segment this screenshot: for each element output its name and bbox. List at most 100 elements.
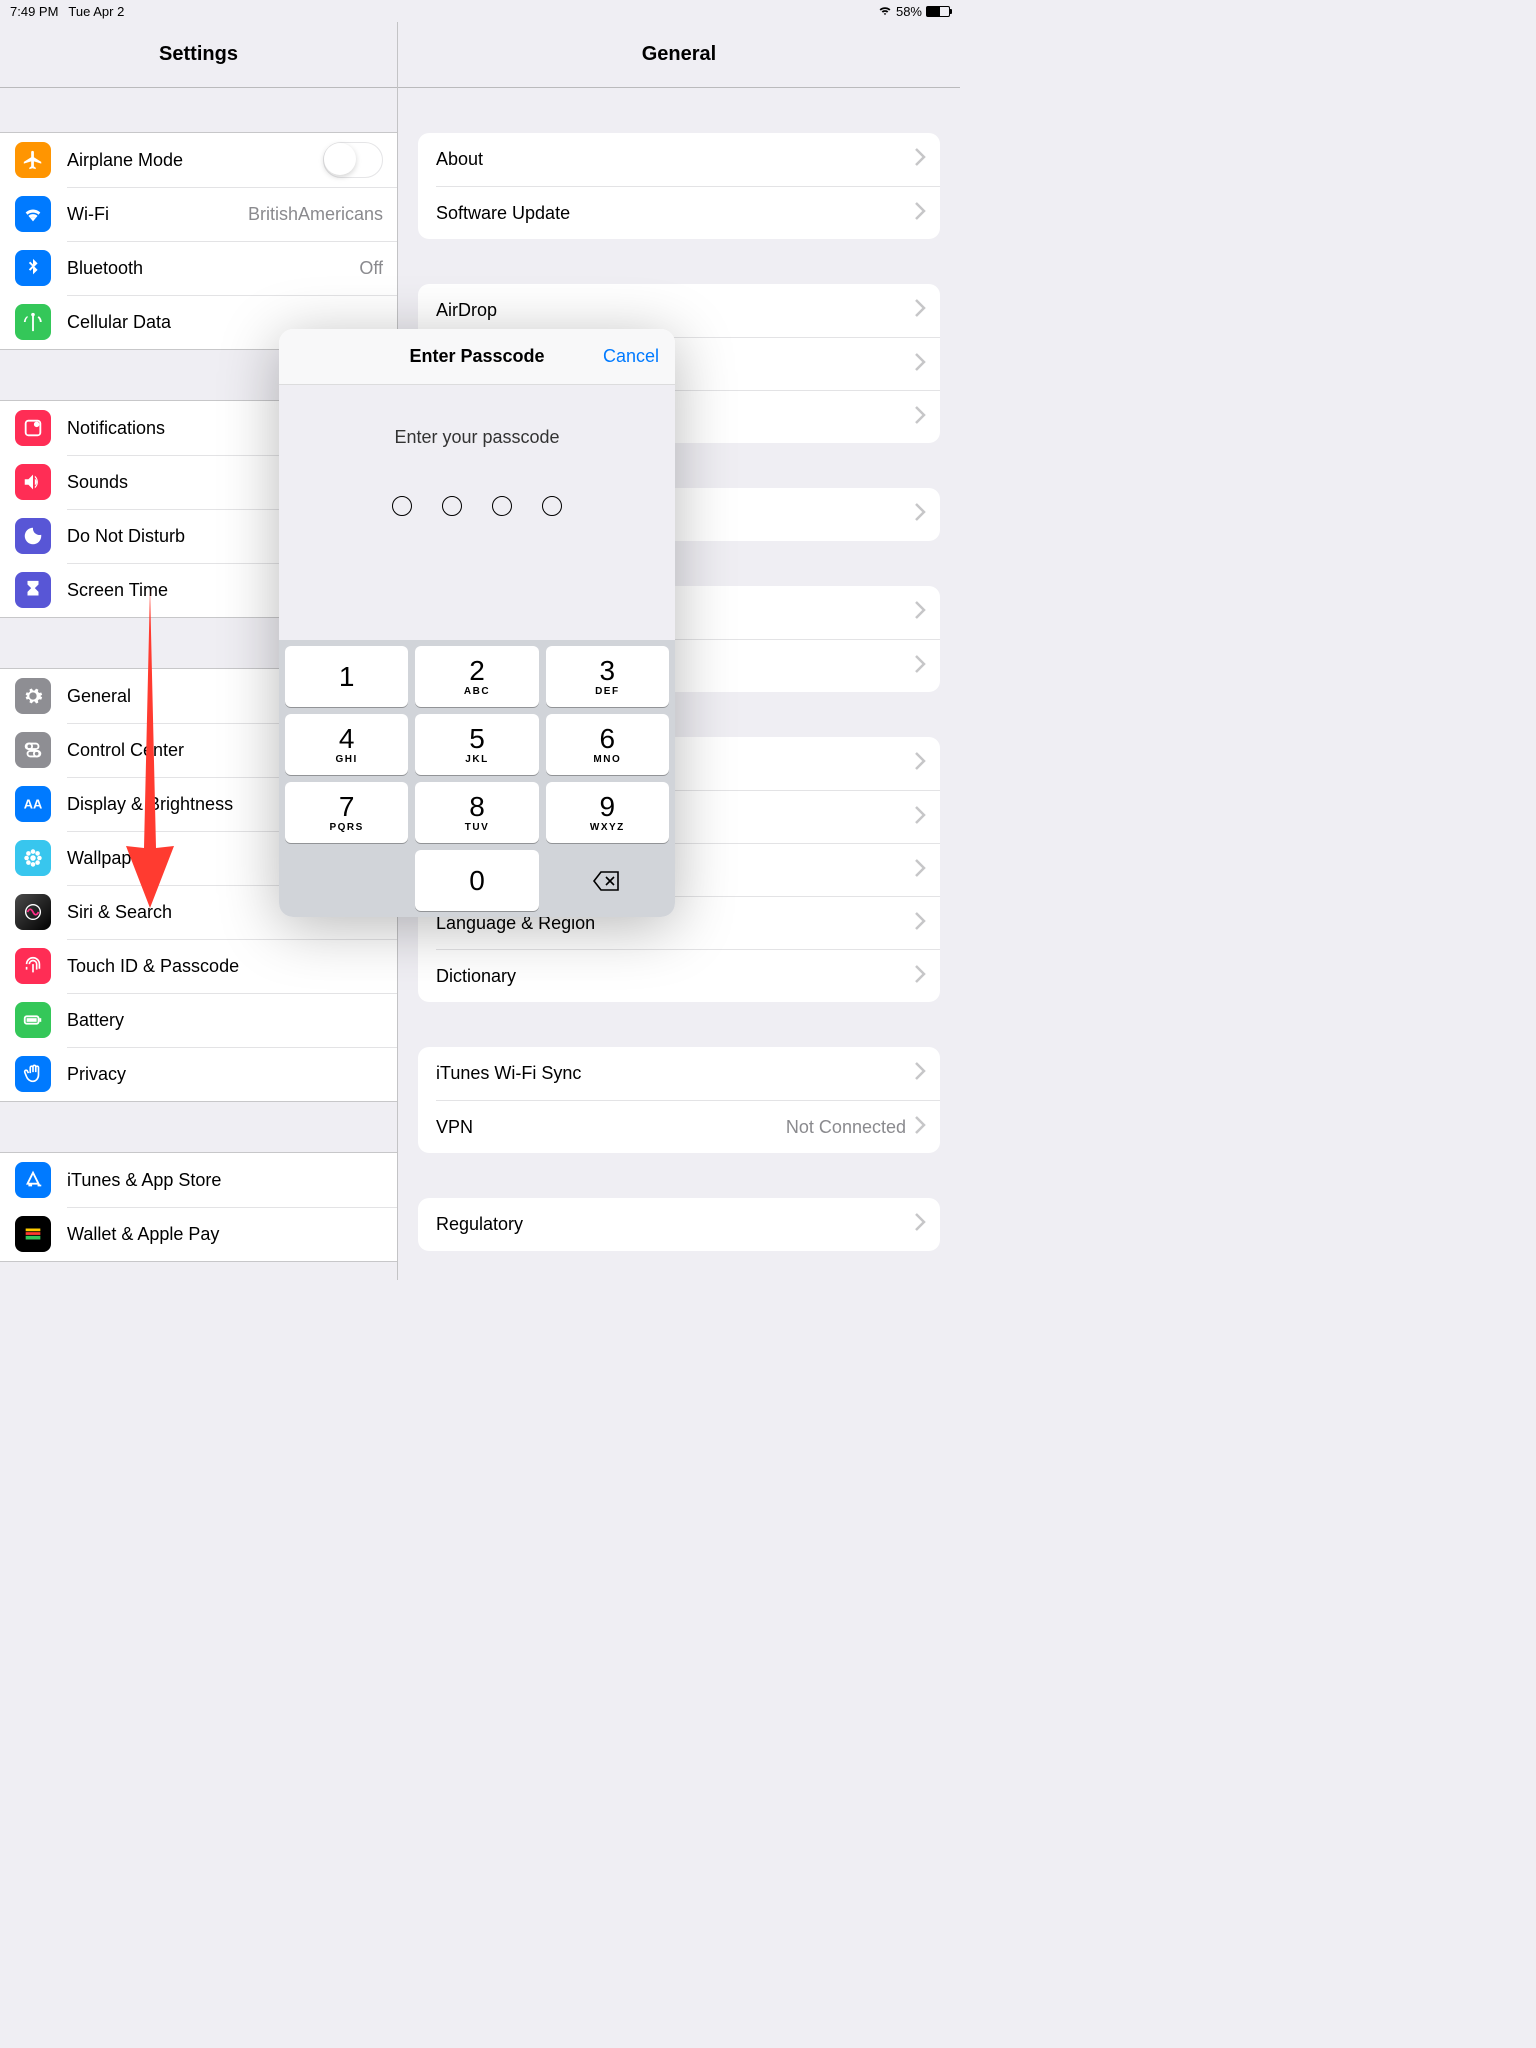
key-8[interactable]: 8TUV [415,782,538,843]
chevron-right-icon [914,805,926,830]
sound-icon [15,464,51,500]
key-9[interactable]: 9WXYZ [546,782,669,843]
main-row-dictionary[interactable]: Dictionary [418,949,940,1002]
key-2[interactable]: 2ABC [415,646,538,707]
row-label: Siri & Search [67,902,172,923]
toggle[interactable] [323,142,383,178]
chevron-right-icon [914,298,926,323]
row-value: BritishAmericans [248,204,383,225]
cancel-button[interactable]: Cancel [603,346,659,367]
sidebar-row-wallet-apple-pay[interactable]: Wallet & Apple Pay [0,1207,397,1261]
row-label: Do Not Disturb [67,526,185,547]
keypad: 12ABC3DEF 4GHI5JKL6MNO 7PQRS8TUV9WXYZ0 [279,640,675,917]
main-row-software-update[interactable]: Software Update [418,186,940,239]
row-label: Notifications [67,418,165,439]
notif-icon [15,410,51,446]
key-6[interactable]: 6MNO [546,714,669,775]
sidebar-row-bluetooth[interactable]: Bluetooth Off [0,241,397,295]
dialog-prompt: Enter your passcode [394,427,559,448]
row-value: Not Connected [786,1117,906,1138]
passcode-dot [392,496,412,516]
sidebar-row-itunes-app-store[interactable]: iTunes & App Store [0,1153,397,1207]
key-0[interactable]: 0 [415,850,538,911]
passcode-dots [392,496,562,516]
key-3[interactable]: 3DEF [546,646,669,707]
row-label: About [436,149,483,170]
key-4[interactable]: 4GHI [285,714,408,775]
row-label: iTunes & App Store [67,1170,221,1191]
chevron-right-icon [914,147,926,172]
passcode-dot [492,496,512,516]
row-label: VPN [436,1117,473,1138]
row-value: Off [359,258,383,279]
chevron-right-icon [914,201,926,226]
row-label: Wallet & Apple Pay [67,1224,219,1245]
main-row-vpn[interactable]: VPN Not Connected [418,1100,940,1153]
row-label: Display & Brightness [67,794,233,815]
chevron-right-icon [914,502,926,527]
status-bar: 7:49 PM Tue Apr 2 58% [0,0,960,22]
airplane-icon [15,142,51,178]
gear-icon [15,678,51,714]
chevron-right-icon [914,654,926,679]
row-label: Touch ID & Passcode [67,956,239,977]
chevron-right-icon [914,352,926,377]
chevron-right-icon [914,1061,926,1086]
battery-icon [15,1002,51,1038]
hourglass-icon [15,572,51,608]
main-title: General [642,43,716,66]
fingerprint-icon [15,948,51,984]
row-label: Wi-Fi [67,204,109,225]
dialog-title: Enter Passcode [409,346,544,367]
appstore-icon [15,1162,51,1198]
main-row-about[interactable]: About [418,133,940,186]
main-row-regulatory[interactable]: Regulatory [418,1198,940,1251]
chevron-right-icon [914,964,926,989]
passcode-dot [442,496,462,516]
chevron-right-icon [914,405,926,430]
svg-text:AA: AA [24,797,43,812]
key-1[interactable]: 1 [285,646,408,707]
antenna-icon [15,304,51,340]
row-label: AirDrop [436,300,497,321]
key-blank [285,850,408,911]
key-7[interactable]: 7PQRS [285,782,408,843]
row-label: Screen Time [67,580,168,601]
chevron-right-icon [914,858,926,883]
bluetooth-icon [15,250,51,286]
sidebar-row-wi-fi[interactable]: Wi-Fi BritishAmericans [0,187,397,241]
delete-key[interactable] [546,850,669,911]
sidebar-row-touch-id-passcode[interactable]: Touch ID & Passcode [0,939,397,993]
sidebar-row-privacy[interactable]: Privacy [0,1047,397,1101]
row-label: Software Update [436,203,570,224]
flower-icon [15,840,51,876]
row-label: Regulatory [436,1214,523,1235]
sidebar-title: Settings [159,43,238,66]
battery-percent: 58% [896,4,922,19]
chevron-right-icon [914,600,926,625]
row-label: Bluetooth [67,258,143,279]
wifi-icon [15,196,51,232]
passcode-dot [542,496,562,516]
status-date: Tue Apr 2 [68,4,124,19]
siri-icon [15,894,51,930]
main-row-itunes-wi-fi-sync[interactable]: iTunes Wi-Fi Sync [418,1047,940,1100]
key-5[interactable]: 5JKL [415,714,538,775]
row-label: Sounds [67,472,128,493]
row-label: Wallpaper [67,848,147,869]
row-label: Airplane Mode [67,150,183,171]
row-label: Battery [67,1010,124,1031]
switches-icon [15,732,51,768]
sidebar-row-battery[interactable]: Battery [0,993,397,1047]
chevron-right-icon [914,1115,926,1140]
row-label: Privacy [67,1064,126,1085]
sidebar-row-airplane-mode[interactable]: Airplane Mode [0,133,397,187]
chevron-right-icon [914,911,926,936]
wallet-icon [15,1216,51,1252]
row-label: General [67,686,131,707]
wifi-icon [878,6,892,16]
hand-icon [15,1056,51,1092]
row-label: Control Center [67,740,184,761]
chevron-right-icon [914,751,926,776]
battery-icon [926,6,950,17]
